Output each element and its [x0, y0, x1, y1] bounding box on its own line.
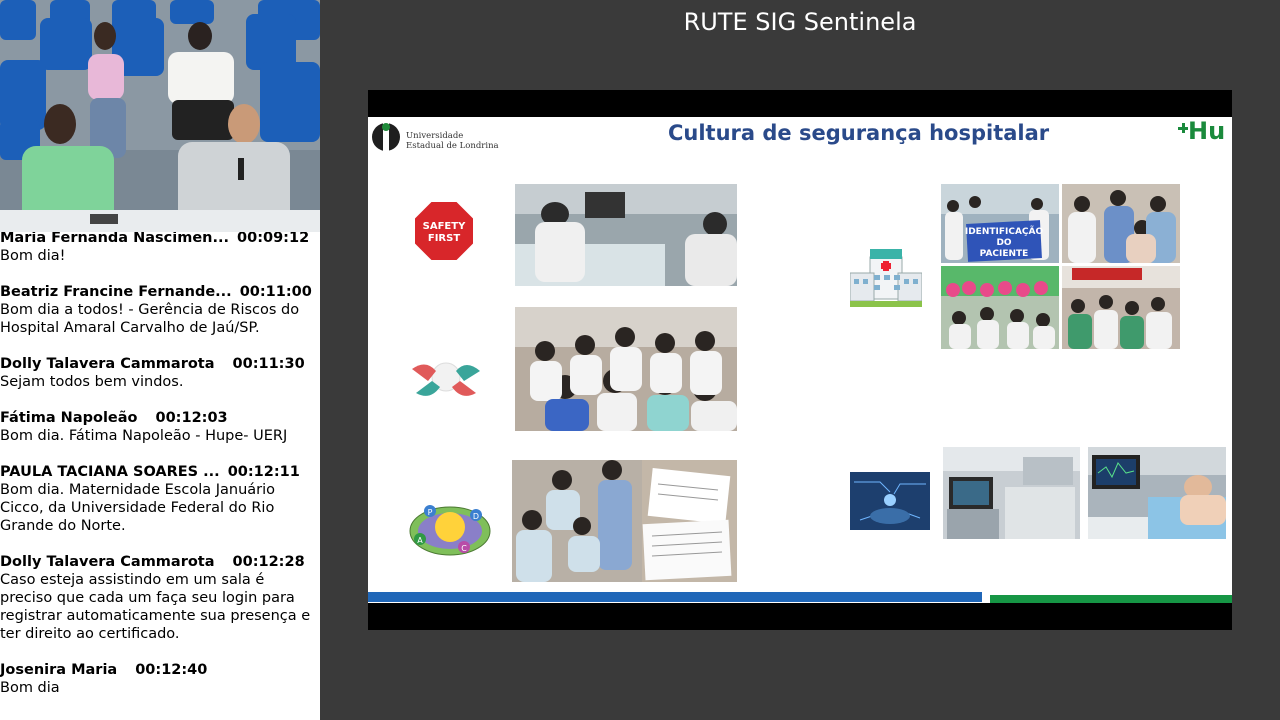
photo-patient-monitor [1088, 447, 1226, 539]
chat-message: Josenira Maria 00:12:40 Bom dia [0, 661, 320, 697]
chat-time: 00:09:12 [237, 232, 310, 246]
chat-text: Sejam todos bem vindos. [0, 374, 184, 390]
chat-author: Beatriz Francine Fernande... [0, 284, 232, 300]
photo-event-hall [1062, 266, 1180, 349]
uel-logo: Universidade Estadual de Londrina [370, 119, 500, 153]
chat-text: Bom dia! [0, 248, 66, 264]
presentation-slide: Universidade Estadual de Londrina Cultur… [368, 117, 1232, 603]
chat-text: Caso esteja assistindo em um sala é prec… [0, 572, 311, 642]
chat-message: Beatriz Francine Fernande... 00:11:00 Bom… [0, 283, 320, 337]
hu-logo-text: Hu [1188, 117, 1226, 145]
webcam-video [0, 0, 320, 232]
safety-line2: FIRST [428, 233, 460, 244]
chat-text: Bom dia. Fátima Napoleão - Hupe- UERJ [0, 428, 288, 444]
chat-time: 00:11:00 [239, 284, 312, 300]
chat-time: 00:12:40 [135, 662, 208, 678]
uel-emblem-icon [372, 123, 400, 151]
banner-line1: IDENTIFICAÇÃO [965, 226, 1044, 237]
slide-footer-bar-green [990, 595, 1232, 603]
slide-footer-bar-blue [368, 592, 982, 602]
chat-time: 00:11:30 [232, 356, 305, 372]
chat-author: Maria Fernanda Nascimen... [0, 232, 230, 246]
chat-author: Dolly Talavera Cammarota [0, 554, 215, 570]
session-title: RUTE SIG Sentinela [683, 8, 917, 36]
pdca-p: P [428, 508, 433, 517]
uel-logo-line2: Estadual de Londrina [406, 141, 499, 151]
app-root: Maria Fernanda Nascimen... 00:09:12 Bom d… [0, 0, 1280, 720]
hospital-building-icon [850, 249, 922, 307]
webcam-scene [0, 0, 320, 232]
photo-desk-work [512, 460, 737, 582]
safety-line1: SAFETY [423, 221, 466, 232]
chat-time: 00:12:03 [155, 410, 228, 426]
chat-panel[interactable]: Maria Fernanda Nascimen... 00:09:12 Bom d… [0, 232, 320, 720]
slide-title: Cultura de segurança hospitalar [668, 121, 1050, 145]
photo-icu-equipment [943, 447, 1080, 539]
banner-line2: DO [996, 238, 1011, 248]
chat-text: Bom dia [0, 680, 60, 696]
digital-technology-icon [850, 472, 930, 530]
photo-safety-mural [941, 266, 1059, 349]
chat-message: Fátima Napoleão 00:12:03 Bom dia. Fátima … [0, 409, 320, 445]
chat-message: PAULA TACIANA SOARES ... 00:12:11 Bom dia… [0, 463, 320, 535]
photo-patient-identification: IDENTIFICAÇÃO DO PACIENTE [941, 184, 1059, 263]
pdca-c: C [461, 544, 467, 553]
bottom-bar [320, 630, 1280, 720]
chat-author: Fátima Napoleão [0, 410, 138, 426]
pdca-cycle-icon: P D C A [409, 505, 491, 556]
hu-logo: Hu [1178, 117, 1230, 157]
pdca-d: D [473, 512, 479, 521]
chat-author: Dolly Talavera Cammarota [0, 356, 215, 372]
photo-nursing-team [1062, 184, 1180, 263]
uel-logo-line1: Universidade [406, 131, 464, 141]
chat-text: Bom dia. Maternidade Escola Januário Cic… [0, 482, 276, 534]
teamwork-hands-icon [406, 349, 486, 407]
photo-team-meeting [515, 307, 737, 431]
photo-icu-care [515, 184, 737, 286]
chat-text: Bom dia a todos! - Gerência de Riscos do… [0, 302, 300, 336]
top-bar: RUTE SIG Sentinela [320, 0, 1280, 90]
banner-line3: PACIENTE [980, 249, 1029, 259]
presentation-area: Universidade Estadual de Londrina Cultur… [368, 90, 1232, 630]
chat-message: Dolly Talavera Cammarota 00:12:28 Caso es… [0, 553, 320, 643]
chat-author: Josenira Maria [0, 662, 118, 678]
chat-message: Dolly Talavera Cammarota 00:11:30 Sejam t… [0, 355, 320, 391]
left-panel: Maria Fernanda Nascimen... 00:09:12 Bom d… [0, 0, 320, 720]
pdca-a: A [417, 536, 423, 545]
chat-time: 00:12:28 [232, 554, 305, 570]
safety-first-sign: SAFETY FIRST [413, 200, 475, 262]
chat-time: 00:12:11 [227, 464, 300, 480]
chat-message-list: Maria Fernanda Nascimen... 00:09:12 Bom d… [0, 232, 320, 697]
chat-author: PAULA TACIANA SOARES ... [0, 464, 220, 480]
chat-message: Maria Fernanda Nascimen... 00:09:12 Bom d… [0, 232, 320, 265]
